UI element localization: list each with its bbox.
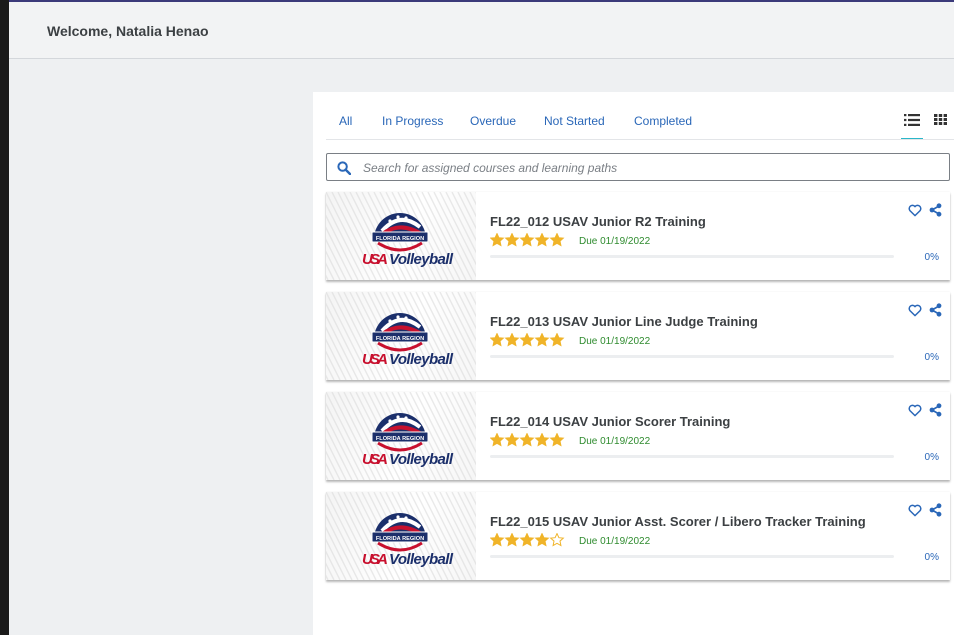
logo-usa-text: USA	[362, 551, 388, 568]
star-filled-icon	[519, 233, 535, 247]
share-icon[interactable]	[929, 403, 942, 417]
course-thumbnail[interactable]: FLORIDA REGION USA Volleyball	[326, 192, 476, 280]
page-header: Welcome, Natalia Henao	[9, 2, 954, 59]
grid-view-button[interactable]	[933, 112, 949, 128]
due-date: Due 01/19/2022	[579, 236, 651, 247]
progress-bar	[490, 455, 894, 458]
search-icon	[337, 161, 351, 175]
course-card[interactable]: FLORIDA REGION USA Volleyball FL22_013 U…	[326, 292, 950, 380]
progress-percent: 0%	[924, 352, 939, 363]
star-filled-icon	[504, 433, 520, 447]
due-date: Due 01/19/2022	[579, 436, 651, 447]
share-icon[interactable]	[929, 503, 942, 517]
star-filled-icon	[504, 233, 520, 247]
star-filled-icon	[534, 533, 550, 547]
usa-volleyball-logo: FLORIDA REGION USA Volleyball	[362, 213, 454, 268]
star-filled-icon	[490, 333, 505, 347]
star-filled-icon	[504, 333, 520, 347]
rating-stars	[490, 233, 565, 247]
course-card[interactable]: FLORIDA REGION USA Volleyball FL22_014 U…	[326, 392, 950, 480]
course-title[interactable]: FL22_014 USAV Junior Scorer Training	[490, 414, 730, 429]
star-filled-icon	[534, 233, 550, 247]
tab-in-progress[interactable]: In Progress	[382, 114, 443, 128]
star-filled-icon	[490, 433, 505, 447]
progress-bar	[490, 555, 894, 558]
heart-icon[interactable]	[908, 304, 922, 317]
logo-usa-text: USA	[362, 251, 388, 268]
due-date: Due 01/19/2022	[579, 536, 651, 547]
logo-volleyball-text: Volleyball	[389, 451, 454, 468]
course-title[interactable]: FL22_015 USAV Junior Asst. Scorer / Libe…	[490, 514, 866, 529]
course-title[interactable]: FL22_012 USAV Junior R2 Training	[490, 214, 706, 229]
progress-bar	[490, 355, 894, 358]
logo-usa-text: USA	[362, 451, 388, 468]
course-card[interactable]: FLORIDA REGION USA Volleyball FL22_012 U…	[326, 192, 950, 280]
list-view-button[interactable]	[901, 112, 923, 140]
star-filled-icon	[519, 533, 535, 547]
welcome-text: Welcome, Natalia Henao	[47, 23, 209, 39]
logo-usa-text: USA	[362, 351, 388, 368]
heart-icon[interactable]	[908, 504, 922, 517]
heart-icon[interactable]	[908, 204, 922, 217]
usa-volleyball-logo: FLORIDA REGION USA Volleyball	[362, 413, 454, 468]
usa-volleyball-logo: FLORIDA REGION USA Volleyball	[362, 513, 454, 568]
star-filled-icon	[549, 433, 565, 447]
tabs-divider	[326, 139, 954, 140]
usa-volleyball-logo: FLORIDA REGION USA Volleyball	[362, 313, 454, 368]
logo-region-text: FLORIDA REGION	[376, 336, 424, 342]
due-date: Due 01/19/2022	[579, 336, 651, 347]
share-icon[interactable]	[929, 303, 942, 317]
course-thumbnail[interactable]: FLORIDA REGION USA Volleyball	[326, 292, 476, 380]
share-icon[interactable]	[929, 203, 942, 217]
star-filled-icon	[490, 233, 505, 247]
star-filled-icon	[504, 533, 520, 547]
heart-icon[interactable]	[908, 404, 922, 417]
assigned-learning-panel: All In Progress Overdue Not Started Comp…	[313, 92, 954, 635]
course-title[interactable]: FL22_013 USAV Junior Line Judge Training	[490, 314, 758, 329]
rating-stars	[490, 333, 565, 347]
star-filled-icon	[519, 433, 535, 447]
progress-percent: 0%	[924, 452, 939, 463]
course-card[interactable]: FLORIDA REGION USA Volleyball FL22_015 U…	[326, 492, 950, 580]
star-filled-icon	[519, 333, 535, 347]
progress-percent: 0%	[924, 252, 939, 263]
star-filled-icon	[549, 333, 565, 347]
logo-volleyball-text: Volleyball	[389, 351, 454, 368]
rating-stars	[490, 433, 565, 447]
status-tabs: All In Progress Overdue Not Started Comp…	[313, 92, 954, 140]
star-filled-icon	[534, 433, 550, 447]
rating-stars	[490, 533, 565, 547]
logo-region-text: FLORIDA REGION	[376, 236, 424, 242]
search-box	[326, 153, 950, 182]
tab-not-started[interactable]: Not Started	[544, 114, 605, 128]
star-filled-icon	[490, 533, 505, 547]
star-filled-icon	[534, 333, 550, 347]
search-input[interactable]	[361, 154, 945, 182]
tab-all[interactable]: All	[339, 114, 352, 128]
logo-volleyball-text: Volleyball	[389, 551, 454, 568]
course-thumbnail[interactable]: FLORIDA REGION USA Volleyball	[326, 392, 476, 480]
progress-bar	[490, 255, 894, 258]
tab-overdue[interactable]: Overdue	[470, 114, 516, 128]
list-view-icon	[904, 114, 920, 126]
tab-completed[interactable]: Completed	[634, 114, 692, 128]
logo-region-text: FLORIDA REGION	[376, 536, 424, 542]
logo-volleyball-text: Volleyball	[389, 251, 454, 268]
star-empty-icon	[549, 533, 565, 547]
logo-region-text: FLORIDA REGION	[376, 436, 424, 442]
star-filled-icon	[549, 233, 565, 247]
course-thumbnail[interactable]: FLORIDA REGION USA Volleyball	[326, 492, 476, 580]
left-edge-bar	[0, 0, 9, 635]
grid-view-icon	[934, 114, 947, 125]
progress-percent: 0%	[924, 552, 939, 563]
